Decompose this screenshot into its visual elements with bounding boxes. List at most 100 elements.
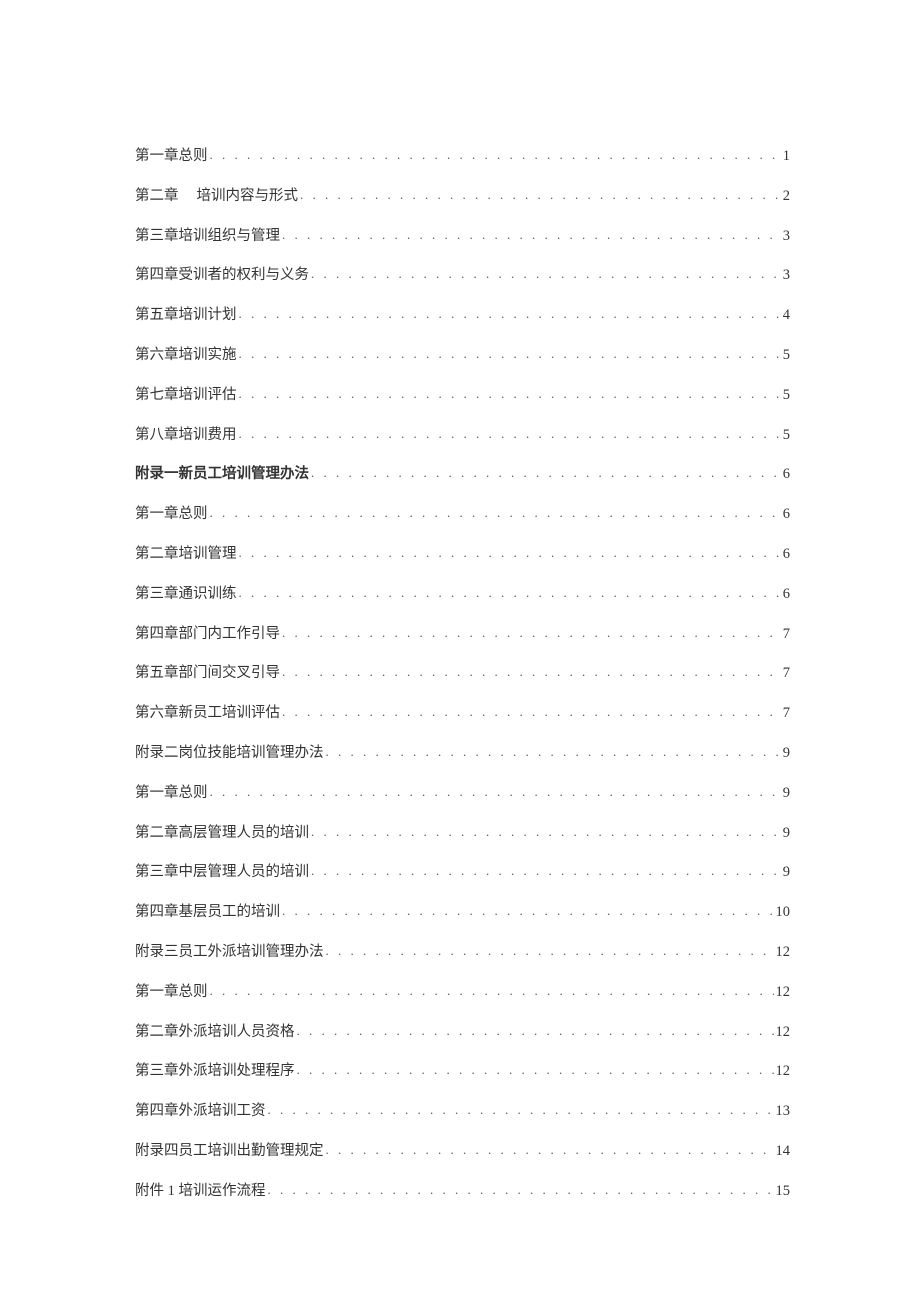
toc-entry-title: 第二章培训内容与形式 bbox=[135, 186, 298, 206]
toc-entry-page: 6 bbox=[783, 584, 790, 604]
toc-entry-page: 3 bbox=[783, 265, 790, 285]
toc-entry-title: 附录四员工培训出勤管理规定 bbox=[135, 1141, 324, 1161]
toc-entry-page: 9 bbox=[783, 862, 790, 882]
toc-entry-page: 12 bbox=[776, 942, 791, 962]
toc-entry-title: 第八章培训费用 bbox=[135, 425, 237, 445]
toc-dot-leader: . . . . . . . . . . . . . . . . . . . . … bbox=[210, 783, 781, 801]
toc-entry-page: 9 bbox=[783, 823, 790, 843]
toc-dot-leader: . . . . . . . . . . . . . . . . . . . . … bbox=[297, 1022, 774, 1040]
toc-entry-page: 9 bbox=[783, 783, 790, 803]
toc-entry-title: 第六章培训实施 bbox=[135, 345, 237, 365]
toc-dot-leader: . . . . . . . . . . . . . . . . . . . . … bbox=[311, 862, 781, 880]
toc-entry-title: 第六章新员工培训评估 bbox=[135, 703, 280, 723]
toc-entry-page: 13 bbox=[776, 1101, 791, 1121]
toc-entry-title: 附件 1 培训运作流程 bbox=[135, 1181, 266, 1201]
toc-dot-leader: . . . . . . . . . . . . . . . . . . . . … bbox=[326, 942, 774, 960]
toc-entry-title: 附录一新员工培训管理办法 bbox=[135, 464, 309, 484]
toc-entry: 第三章外派培训处理程序. . . . . . . . . . . . . . .… bbox=[135, 1061, 790, 1081]
toc-entry-title: 第五章培训计划 bbox=[135, 305, 237, 325]
toc-entry: 第一章总则. . . . . . . . . . . . . . . . . .… bbox=[135, 504, 790, 524]
toc-dot-leader: . . . . . . . . . . . . . . . . . . . . … bbox=[239, 425, 781, 443]
toc-entry-title: 第二章外派培训人员资格 bbox=[135, 1022, 295, 1042]
toc-entry: 附录一新员工培训管理办法. . . . . . . . . . . . . . … bbox=[135, 464, 790, 484]
toc-dot-leader: . . . . . . . . . . . . . . . . . . . . … bbox=[239, 584, 781, 602]
toc-entry-title: 第一章总则 bbox=[135, 146, 208, 166]
toc-dot-leader: . . . . . . . . . . . . . . . . . . . . … bbox=[210, 982, 774, 1000]
toc-entry-title: 第三章外派培训处理程序 bbox=[135, 1061, 295, 1081]
toc-entry-title: 第四章受训者的权利与义务 bbox=[135, 265, 309, 285]
toc-entry-title: 附录三员工外派培训管理办法 bbox=[135, 942, 324, 962]
toc-entry-title: 第二章高层管理人员的培训 bbox=[135, 823, 309, 843]
toc-dot-leader: . . . . . . . . . . . . . . . . . . . . … bbox=[282, 624, 781, 642]
toc-entry: 第二章培训内容与形式. . . . . . . . . . . . . . . … bbox=[135, 186, 790, 206]
toc-entry-title: 第一章总则 bbox=[135, 982, 208, 1002]
toc-entry-page: 5 bbox=[783, 385, 790, 405]
toc-entry-page: 9 bbox=[783, 743, 790, 763]
toc-entry: 第一章总则. . . . . . . . . . . . . . . . . .… bbox=[135, 982, 790, 1002]
toc-dot-leader: . . . . . . . . . . . . . . . . . . . . … bbox=[239, 305, 781, 323]
toc-entry-page: 6 bbox=[783, 464, 790, 484]
toc-dot-leader: . . . . . . . . . . . . . . . . . . . . … bbox=[297, 1061, 774, 1079]
toc-dot-leader: . . . . . . . . . . . . . . . . . . . . … bbox=[239, 345, 781, 363]
toc-dot-leader: . . . . . . . . . . . . . . . . . . . . … bbox=[311, 464, 781, 482]
toc-entry: 第三章中层管理人员的培训. . . . . . . . . . . . . . … bbox=[135, 862, 790, 882]
toc-dot-leader: . . . . . . . . . . . . . . . . . . . . … bbox=[326, 1141, 774, 1159]
toc-entry: 第七章培训评估. . . . . . . . . . . . . . . . .… bbox=[135, 385, 790, 405]
toc-entry: 第一章总则. . . . . . . . . . . . . . . . . .… bbox=[135, 783, 790, 803]
toc-entry-page: 7 bbox=[783, 703, 790, 723]
toc-entry-page: 5 bbox=[783, 425, 790, 445]
toc-dot-leader: . . . . . . . . . . . . . . . . . . . . … bbox=[282, 902, 774, 920]
toc-dot-leader: . . . . . . . . . . . . . . . . . . . . … bbox=[282, 703, 781, 721]
toc-entry-title: 第四章外派培训工资 bbox=[135, 1101, 266, 1121]
toc-entry-page: 14 bbox=[776, 1141, 791, 1161]
toc-entry-title: 第一章总则 bbox=[135, 504, 208, 524]
toc-entry: 第四章部门内工作引导. . . . . . . . . . . . . . . … bbox=[135, 624, 790, 644]
toc-dot-leader: . . . . . . . . . . . . . . . . . . . . … bbox=[282, 226, 781, 244]
toc-entry-title: 第三章中层管理人员的培训 bbox=[135, 862, 309, 882]
toc-dot-leader: . . . . . . . . . . . . . . . . . . . . … bbox=[239, 385, 781, 403]
toc-entry-page: 7 bbox=[783, 663, 790, 683]
toc-entry-page: 12 bbox=[776, 1022, 791, 1042]
toc-entry: 第五章培训计划. . . . . . . . . . . . . . . . .… bbox=[135, 305, 790, 325]
toc-entry-title: 第七章培训评估 bbox=[135, 385, 237, 405]
toc-entry-page: 10 bbox=[776, 902, 791, 922]
toc-entry-page: 7 bbox=[783, 624, 790, 644]
toc-dot-leader: . . . . . . . . . . . . . . . . . . . . … bbox=[268, 1181, 774, 1199]
toc-entry: 第四章受训者的权利与义务. . . . . . . . . . . . . . … bbox=[135, 265, 790, 285]
toc-entry: 附录二岗位技能培训管理办法. . . . . . . . . . . . . .… bbox=[135, 743, 790, 763]
toc-entry: 第六章培训实施. . . . . . . . . . . . . . . . .… bbox=[135, 345, 790, 365]
toc-entry-page: 4 bbox=[783, 305, 790, 325]
toc-entry: 附录四员工培训出勤管理规定. . . . . . . . . . . . . .… bbox=[135, 1141, 790, 1161]
toc-dot-leader: . . . . . . . . . . . . . . . . . . . . … bbox=[311, 265, 781, 283]
toc-dot-leader: . . . . . . . . . . . . . . . . . . . . … bbox=[311, 823, 781, 841]
toc-dot-leader: . . . . . . . . . . . . . . . . . . . . … bbox=[210, 504, 781, 522]
toc-entry: 第一章总则. . . . . . . . . . . . . . . . . .… bbox=[135, 146, 790, 166]
toc-entry: 附件 1 培训运作流程. . . . . . . . . . . . . . .… bbox=[135, 1181, 790, 1201]
toc-entry-title: 第二章培训管理 bbox=[135, 544, 237, 564]
toc-entry: 第二章培训管理. . . . . . . . . . . . . . . . .… bbox=[135, 544, 790, 564]
toc-entry-page: 5 bbox=[783, 345, 790, 365]
toc-dot-leader: . . . . . . . . . . . . . . . . . . . . … bbox=[282, 663, 781, 681]
toc-entry-page: 1 bbox=[783, 146, 790, 166]
toc-dot-leader: . . . . . . . . . . . . . . . . . . . . … bbox=[326, 743, 781, 761]
toc-entry-title: 第三章培训组织与管理 bbox=[135, 226, 280, 246]
toc-entry: 第二章外派培训人员资格. . . . . . . . . . . . . . .… bbox=[135, 1022, 790, 1042]
toc-entry-page: 15 bbox=[776, 1181, 791, 1201]
toc-dot-leader: . . . . . . . . . . . . . . . . . . . . … bbox=[239, 544, 781, 562]
toc-entry-page: 6 bbox=[783, 544, 790, 564]
toc-entry: 第六章新员工培训评估. . . . . . . . . . . . . . . … bbox=[135, 703, 790, 723]
toc-entry: 附录三员工外派培训管理办法. . . . . . . . . . . . . .… bbox=[135, 942, 790, 962]
toc-entry-title: 第三章通识训练 bbox=[135, 584, 237, 604]
toc-entry: 第五章部门间交叉引导. . . . . . . . . . . . . . . … bbox=[135, 663, 790, 683]
toc-entry-title: 第五章部门间交叉引导 bbox=[135, 663, 280, 683]
toc-entry: 第二章高层管理人员的培训. . . . . . . . . . . . . . … bbox=[135, 823, 790, 843]
toc-entry-title: 第一章总则 bbox=[135, 783, 208, 803]
toc-entry-title: 第四章部门内工作引导 bbox=[135, 624, 280, 644]
table-of-contents: 第一章总则. . . . . . . . . . . . . . . . . .… bbox=[135, 146, 790, 1201]
toc-entry-title: 第四章基层员工的培训 bbox=[135, 902, 280, 922]
toc-entry-page: 2 bbox=[783, 186, 790, 206]
toc-entry: 第四章外派培训工资. . . . . . . . . . . . . . . .… bbox=[135, 1101, 790, 1121]
toc-entry-page: 3 bbox=[783, 226, 790, 246]
toc-dot-leader: . . . . . . . . . . . . . . . . . . . . … bbox=[300, 186, 781, 204]
toc-entry: 第四章基层员工的培训. . . . . . . . . . . . . . . … bbox=[135, 902, 790, 922]
